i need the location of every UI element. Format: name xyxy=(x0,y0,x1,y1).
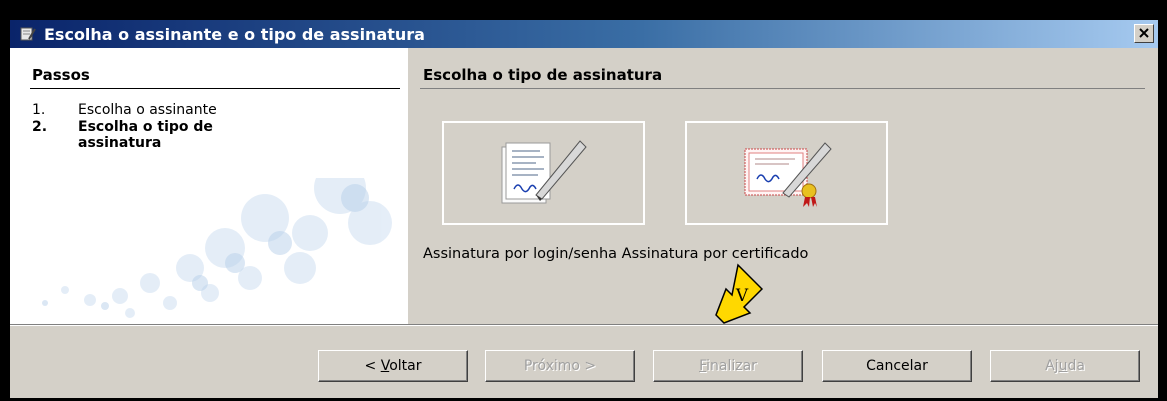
dialog-title: Escolha o assinante e o tipo de assinatu… xyxy=(44,25,425,44)
cancel-button[interactable]: Cancelar xyxy=(822,350,972,382)
app-icon xyxy=(20,27,36,41)
back-label-rest: oltar xyxy=(389,358,422,374)
button-separator xyxy=(10,324,1158,326)
step-number: 1. xyxy=(32,102,46,118)
steps-title: Passos xyxy=(32,66,90,84)
options-caption: Assinatura por login/senha Assinatura po… xyxy=(423,246,809,262)
help-button[interactable]: Ajuda xyxy=(990,350,1140,382)
annotation-arrow-icon: V xyxy=(715,263,764,324)
finish-label-rest: inalizar xyxy=(706,358,757,374)
annotation-label: V xyxy=(735,286,749,306)
steps-sidebar: Passos 1. Escolha o assinante 2. Escolha o… xyxy=(10,48,408,324)
cancel-label: Cancelar xyxy=(866,358,928,374)
option-login-password[interactable] xyxy=(442,121,645,225)
content-divider xyxy=(420,88,1145,89)
next-button[interactable]: Próximo > xyxy=(485,350,635,382)
help-label-rest: da xyxy=(1067,358,1085,374)
finish-button[interactable]: Finalizar xyxy=(653,350,803,382)
help-label-prefix: Aj xyxy=(1045,358,1059,374)
document-pen-icon xyxy=(501,140,587,204)
step-label: Escolha o assinante xyxy=(78,102,217,118)
step-number: 2. xyxy=(32,119,48,135)
certificate-pen-icon xyxy=(744,142,832,207)
back-label-mnemonic: V xyxy=(380,358,390,374)
content-title: Escolha o tipo de assinatura xyxy=(423,66,663,84)
close-icon xyxy=(1139,28,1149,38)
option-certificate[interactable] xyxy=(685,121,888,225)
steps-divider xyxy=(30,88,400,89)
wizard-dialog: Escolha o assinante e o tipo de assinatu… xyxy=(10,20,1158,398)
back-label-prefix: < xyxy=(364,358,381,374)
title-bar[interactable]: Escolha o assinante e o tipo de assinatu… xyxy=(10,20,1158,48)
step-item-1: 1. Escolha o assinante xyxy=(32,102,217,118)
next-label: Próximo > xyxy=(523,358,597,374)
back-button[interactable]: < Voltar xyxy=(318,350,468,382)
step-item-2: 2. Escolha o tipo de assinatura xyxy=(32,119,238,151)
step-label: Escolha o tipo de assinatura xyxy=(78,119,213,151)
bubbles-decoration xyxy=(42,178,392,318)
close-button[interactable] xyxy=(1134,24,1154,43)
